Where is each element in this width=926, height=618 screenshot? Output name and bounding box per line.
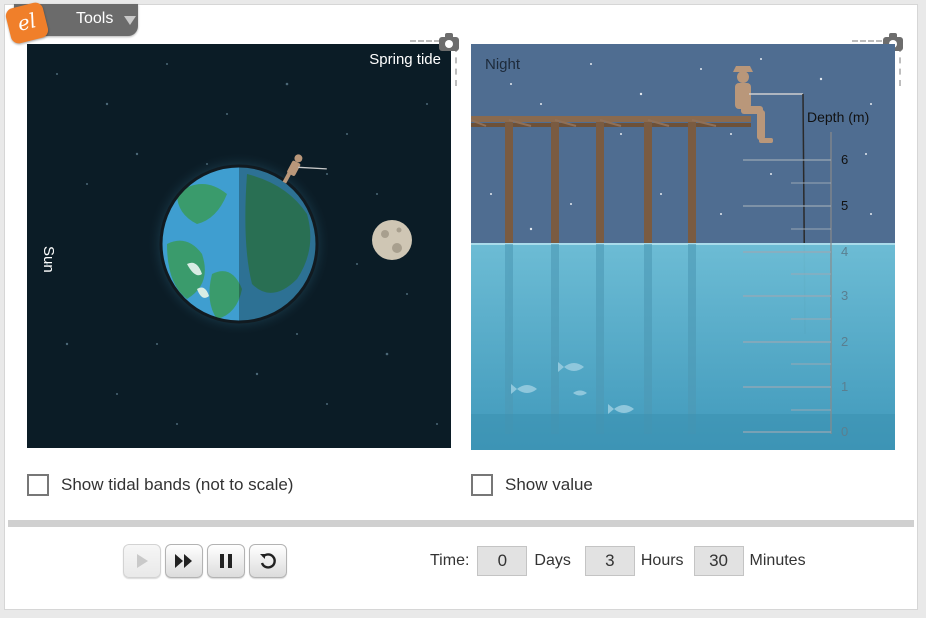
chevron-down-icon [124,16,136,25]
sun-label: Sun [40,246,57,273]
fast-forward-button[interactable] [165,544,203,578]
depth-tick: 1 [841,379,849,394]
control-divider [8,520,914,527]
hours-value: 3 [584,546,635,576]
show-value-checkbox[interactable]: Show value [471,474,593,496]
depth-tick: 3 [841,288,849,303]
playback-controls [123,544,291,578]
tidal-bands-label: Show tidal bands (not to scale) [61,475,294,494]
tidal-bands-checkbox[interactable]: Show tidal bands (not to scale) [27,474,293,496]
minutes-value: 30 [693,546,744,576]
checkbox-box[interactable] [27,474,49,496]
snapshot-guide [899,46,901,86]
days-unit: Days [534,552,571,569]
fast-forward-icon [175,554,192,568]
time-of-day-label: Night [485,56,521,73]
depth-tick: 0 [841,424,849,439]
depth-tick: 5 [841,198,849,213]
depth-tick: 4 [841,244,849,259]
play-button[interactable] [123,544,161,578]
reset-button[interactable] [249,544,287,578]
show-value-label: Show value [505,475,593,494]
play-icon [137,554,148,568]
depth-tick: 6 [841,152,849,167]
depth-axis-title: Depth (m) [807,109,870,125]
tide-type-label: Spring tide [369,51,441,68]
time-readout: Time: 0 Days 3 Hours 30 Minutes [430,546,806,576]
space-view: Spring tide Sun [27,44,451,448]
days-value: 0 [477,546,528,576]
snapshot-guide [455,46,457,86]
pause-icon [220,554,232,568]
pier-view: Night Depth (m) 6 5 4 3 2 1 0 [471,44,895,450]
depth-tick: 2 [841,334,849,349]
snapshot-guide [852,40,882,42]
camera-icon[interactable] [439,33,459,51]
reset-icon [260,553,276,569]
tools-label: Tools [76,10,114,27]
pause-button[interactable] [207,544,245,578]
hours-unit: Hours [640,552,684,569]
space-scene [46,63,438,425]
snapshot-guide [410,40,440,42]
time-label: Time: [430,552,470,569]
checkbox-box[interactable] [471,474,493,496]
minutes-unit: Minutes [749,552,806,569]
pier-scene [471,44,895,450]
